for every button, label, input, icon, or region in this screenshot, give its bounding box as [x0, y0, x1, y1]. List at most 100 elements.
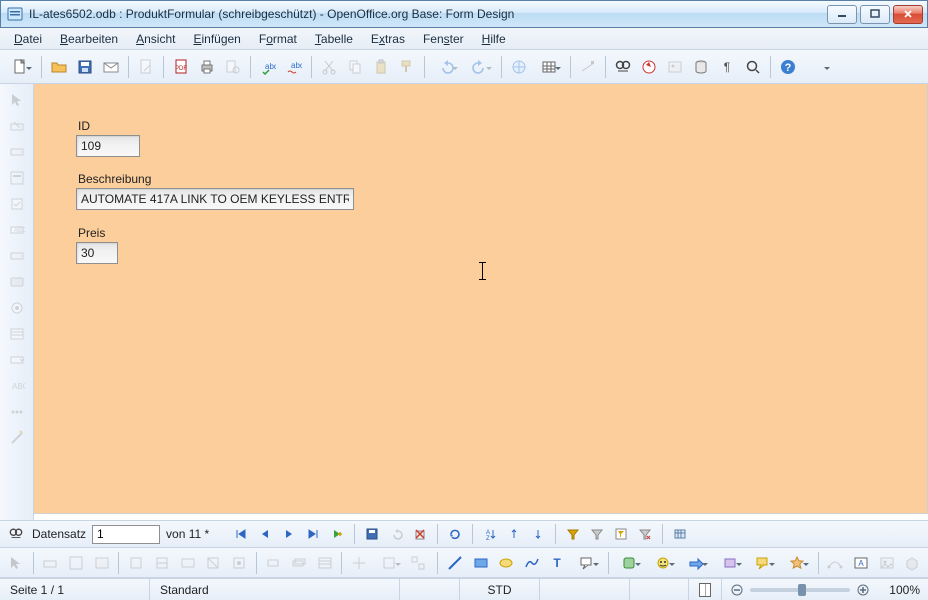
label-icon[interactable]: ABC [5, 374, 29, 398]
last-record-button[interactable] [303, 524, 323, 544]
table-button[interactable] [533, 55, 565, 79]
zoom-percent[interactable]: 100% [876, 583, 920, 597]
sort-asc-button[interactable] [504, 524, 524, 544]
menu-format[interactable]: Format [251, 30, 305, 48]
help-button[interactable]: ? [776, 55, 800, 79]
close-button[interactable] [893, 5, 923, 24]
combobox-icon[interactable] [5, 348, 29, 372]
menu-extras[interactable]: Extras [363, 30, 413, 48]
cut-button[interactable] [317, 55, 341, 79]
remove-filter-button[interactable] [635, 524, 655, 544]
formatted-icon[interactable] [5, 244, 29, 268]
zoom-button[interactable] [741, 55, 765, 79]
d2-icon[interactable] [150, 551, 174, 575]
d3-icon[interactable] [176, 551, 200, 575]
minimize-button[interactable] [827, 5, 857, 24]
pushbutton-icon[interactable] [5, 270, 29, 294]
nonprint-chars-button[interactable]: ¶ [715, 55, 739, 79]
rect-tool-icon[interactable] [469, 551, 493, 575]
flowchart-shapes-icon[interactable] [714, 551, 745, 575]
print-preview-button[interactable] [221, 55, 245, 79]
menu-fenster[interactable]: Fenster [415, 30, 472, 48]
maximize-button[interactable] [860, 5, 890, 24]
find-button[interactable] [611, 55, 635, 79]
show-draw-button[interactable] [576, 55, 600, 79]
freeline-tool-icon[interactable] [520, 551, 544, 575]
star-shapes-icon[interactable] [781, 551, 812, 575]
points-tool-icon[interactable] [824, 551, 848, 575]
input-preis[interactable] [76, 242, 118, 264]
control-props-icon[interactable] [64, 551, 88, 575]
line-tool-icon[interactable] [443, 551, 467, 575]
option-icon[interactable] [5, 296, 29, 320]
textbox-icon[interactable]: ABC [5, 218, 29, 242]
menu-ansicht[interactable]: Ansicht [128, 30, 183, 48]
sort-button[interactable]: AZ [480, 524, 500, 544]
zoom-thumb[interactable] [798, 584, 806, 596]
save-record-button[interactable] [362, 524, 382, 544]
form-props-icon[interactable] [90, 551, 114, 575]
d10-icon[interactable] [373, 551, 404, 575]
extrusion-icon[interactable] [901, 551, 925, 575]
gallery-button[interactable] [663, 55, 687, 79]
apply-filter-button[interactable] [587, 524, 607, 544]
data-to-text-button[interactable] [670, 524, 690, 544]
first-record-button[interactable] [231, 524, 251, 544]
delete-record-button[interactable] [410, 524, 430, 544]
select-tool2-icon[interactable] [4, 551, 28, 575]
wizards-icon[interactable] [5, 426, 29, 450]
menu-tabelle[interactable]: Tabelle [307, 30, 361, 48]
menu-einfuegen[interactable]: Einfügen [185, 30, 248, 48]
sort-desc-button[interactable] [528, 524, 548, 544]
zoom-slider[interactable] [750, 588, 850, 592]
find-record-button[interactable] [6, 524, 26, 544]
d11-icon[interactable] [407, 551, 431, 575]
copy-button[interactable] [343, 55, 367, 79]
d5-icon[interactable] [227, 551, 251, 575]
control-icon[interactable] [5, 140, 29, 164]
mail-button[interactable] [99, 55, 123, 79]
form-icon[interactable] [5, 166, 29, 190]
d6-icon[interactable] [262, 551, 286, 575]
form-filter-button[interactable] [611, 524, 631, 544]
prev-record-button[interactable] [255, 524, 275, 544]
open-button[interactable] [47, 55, 71, 79]
record-number-input[interactable] [92, 525, 160, 544]
d9-icon[interactable] [347, 551, 371, 575]
d7-icon[interactable] [287, 551, 311, 575]
edit-doc-button[interactable] [134, 55, 158, 79]
autofilter-button[interactable] [563, 524, 583, 544]
zoom-in-button[interactable] [856, 583, 870, 597]
from-file-icon[interactable] [875, 551, 899, 575]
print-button[interactable] [195, 55, 219, 79]
menu-datei[interactable]: Datei [6, 30, 50, 48]
auto-spellcheck-button[interactable]: abc [282, 55, 306, 79]
d8-icon[interactable] [313, 551, 337, 575]
input-id[interactable] [76, 135, 140, 157]
redo-button[interactable] [464, 55, 496, 79]
next-record-button[interactable] [279, 524, 299, 544]
fontwork-icon[interactable]: A [849, 551, 873, 575]
more-controls-icon[interactable] [5, 400, 29, 424]
hyperlink-button[interactable] [507, 55, 531, 79]
d1-icon[interactable] [124, 551, 148, 575]
design-mode-icon[interactable] [5, 114, 29, 138]
datasources-button[interactable] [689, 55, 713, 79]
new-record-button[interactable] [327, 524, 347, 544]
save-button[interactable] [73, 55, 97, 79]
navigator-button[interactable] [637, 55, 661, 79]
spellcheck-button[interactable]: abc [256, 55, 280, 79]
refresh-button[interactable] [445, 524, 465, 544]
undo-record-button[interactable] [386, 524, 406, 544]
symbol-shapes-icon[interactable] [647, 551, 678, 575]
new-doc-button[interactable] [4, 55, 36, 79]
d4-icon[interactable] [201, 551, 225, 575]
select-tool-icon[interactable] [5, 88, 29, 112]
export-pdf-button[interactable]: PDF [169, 55, 193, 79]
menu-hilfe[interactable]: Hilfe [474, 30, 514, 48]
basic-shapes-icon[interactable] [614, 551, 645, 575]
callout-shapes-icon[interactable] [748, 551, 779, 575]
arrow-shapes-icon[interactable] [681, 551, 712, 575]
ellipse-tool-icon[interactable] [494, 551, 518, 575]
callout-tool-icon[interactable] [571, 551, 602, 575]
